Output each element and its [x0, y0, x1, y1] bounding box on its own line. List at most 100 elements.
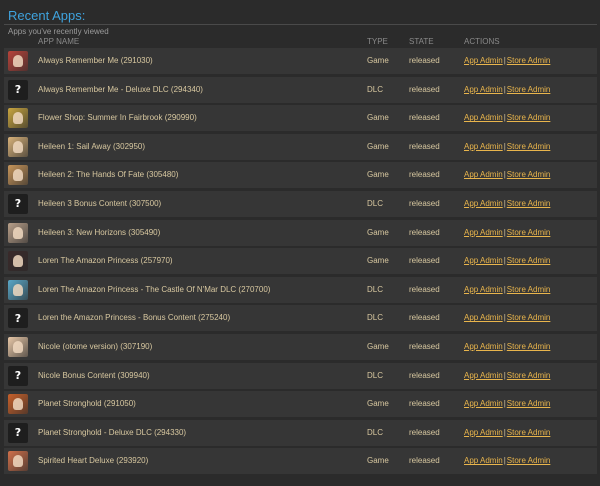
app-admin-link[interactable]: App Admin — [464, 399, 503, 408]
app-state: released — [409, 399, 440, 409]
cover-art-shape — [13, 255, 23, 268]
app-type: Game — [367, 141, 389, 151]
app-admin-link[interactable]: App Admin — [464, 342, 503, 351]
cover-art-shape — [13, 55, 23, 67]
app-admin-link[interactable]: App Admin — [464, 113, 503, 122]
app-type: Game — [367, 227, 389, 237]
game-cover-icon[interactable] — [8, 394, 28, 415]
app-admin-link[interactable]: App Admin — [464, 313, 503, 322]
app-actions: App Admin|Store Admin — [464, 77, 550, 103]
app-actions: App Admin|Store Admin — [464, 391, 550, 417]
store-admin-link[interactable]: Store Admin — [507, 170, 551, 179]
app-name: Always Remember Me (291030) — [38, 56, 153, 65]
app-admin-link[interactable]: App Admin — [464, 428, 503, 437]
app-state: released — [409, 456, 440, 466]
cover-art-shape — [13, 226, 23, 239]
app-type: DLC — [367, 284, 384, 294]
page-title: Recent Apps: — [8, 8, 86, 23]
app-admin-link[interactable]: App Admin — [464, 285, 503, 294]
store-admin-link[interactable]: Store Admin — [507, 228, 551, 237]
column-header-app-name: APP NAME — [38, 37, 80, 46]
store-admin-link[interactable]: Store Admin — [507, 428, 551, 437]
placeholder-question-icon[interactable]: ? — [8, 365, 28, 386]
app-name: Flower Shop: Summer In Fairbrook (290990… — [38, 113, 197, 123]
app-admin-link[interactable]: App Admin — [464, 456, 503, 465]
table-row: Planet Stronghold (291050) Game released Ap… — [4, 391, 597, 418]
app-admin-link[interactable]: App Admin — [464, 170, 503, 179]
table-row: Always Remember Me (291030) Game released A… — [4, 48, 597, 74]
game-cover-icon[interactable] — [8, 279, 28, 300]
app-state: released — [409, 256, 440, 266]
app-actions: App Admin|Store Admin — [464, 448, 550, 474]
cover-art-shape — [13, 455, 23, 468]
game-cover-icon[interactable] — [8, 165, 28, 186]
placeholder-question-icon[interactable]: ? — [8, 79, 28, 100]
app-type: DLC — [367, 427, 384, 437]
store-admin-link[interactable]: Store Admin — [507, 342, 551, 351]
game-cover-icon[interactable] — [8, 222, 28, 243]
app-actions: App Admin|Store Admin — [464, 420, 550, 446]
column-header-type: TYPE — [367, 37, 388, 46]
page-subtitle: Apps you've recently viewed — [8, 27, 109, 36]
app-admin-link[interactable]: App Admin — [464, 228, 503, 237]
app-actions: App Admin|Store Admin — [464, 105, 550, 131]
app-type: DLC — [367, 198, 384, 208]
cover-art-shape — [13, 140, 23, 153]
app-admin-link[interactable]: App Admin — [464, 56, 503, 65]
store-admin-link[interactable]: Store Admin — [507, 371, 551, 380]
app-type: DLC — [367, 313, 384, 323]
app-state: released — [409, 313, 440, 323]
game-cover-icon[interactable] — [8, 136, 28, 157]
game-cover-icon[interactable] — [8, 336, 28, 357]
store-admin-link[interactable]: Store Admin — [507, 256, 551, 265]
game-cover-icon[interactable] — [8, 108, 28, 129]
placeholder-question-icon[interactable]: ? — [8, 422, 28, 443]
cover-art-shape — [13, 112, 23, 125]
app-name: Heileen 3 Bonus Content (307500) — [38, 198, 162, 208]
store-admin-link[interactable]: Store Admin — [507, 399, 551, 408]
app-admin-link[interactable]: App Admin — [464, 371, 503, 380]
column-header-state: STATE — [409, 37, 434, 46]
table-row: Spirited Heart Deluxe (293920) Game releas… — [4, 448, 597, 475]
table-row: Loren The Amazon Princess (257970) Game re… — [4, 248, 597, 275]
table-row: Loren The Amazon Princess - The Castle O… — [4, 276, 597, 303]
app-actions: App Admin|Store Admin — [464, 277, 550, 303]
app-actions: App Admin|Store Admin — [464, 334, 550, 360]
placeholder-question-icon[interactable]: ? — [8, 193, 28, 214]
store-admin-link[interactable]: Store Admin — [507, 142, 551, 151]
app-admin-link[interactable]: App Admin — [464, 85, 503, 94]
app-state: released — [409, 341, 440, 351]
app-type: Game — [367, 256, 389, 266]
app-admin-link[interactable]: App Admin — [464, 199, 503, 208]
store-admin-link[interactable]: Store Admin — [507, 313, 551, 322]
store-admin-link[interactable]: Store Admin — [507, 199, 551, 208]
placeholder-question-icon[interactable]: ? — [8, 308, 28, 329]
store-admin-link[interactable]: Store Admin — [507, 56, 551, 65]
app-type: Game — [367, 170, 389, 180]
table-row: Heileen 2: The Hands Of Fate (305480) Gam… — [4, 162, 597, 189]
app-admin-link[interactable]: App Admin — [464, 256, 503, 265]
cover-art-shape — [13, 283, 23, 296]
store-admin-link[interactable]: Store Admin — [507, 285, 551, 294]
app-name: Always Remember Me - Deluxe DLC (294340) — [38, 84, 203, 94]
cover-art-shape — [13, 340, 23, 353]
app-actions: App Admin|Store Admin — [464, 48, 550, 74]
table-row: ? Planet Stronghold - Deluxe DLC (294330)… — [4, 419, 597, 446]
app-actions: App Admin|Store Admin — [464, 220, 550, 246]
app-type: DLC — [367, 370, 384, 380]
store-admin-link[interactable]: Store Admin — [507, 113, 551, 122]
app-state: released — [409, 84, 440, 94]
store-admin-link[interactable]: Store Admin — [507, 456, 551, 465]
app-type: Game — [367, 113, 389, 123]
app-actions: App Admin|Store Admin — [464, 363, 550, 389]
game-cover-icon[interactable] — [8, 251, 28, 272]
game-cover-icon[interactable] — [8, 51, 28, 71]
game-cover-icon[interactable] — [8, 451, 28, 472]
app-name: Heileen 2: The Hands Of Fate (305480) — [38, 170, 179, 180]
store-admin-link[interactable]: Store Admin — [507, 85, 551, 94]
app-name: Nicole (otome version) (307190) — [38, 341, 153, 351]
app-admin-link[interactable]: App Admin — [464, 142, 503, 151]
app-name: Loren The Amazon Princess (257970) — [38, 256, 173, 266]
app-type: Game — [367, 456, 389, 466]
app-actions: App Admin|Store Admin — [464, 248, 550, 274]
